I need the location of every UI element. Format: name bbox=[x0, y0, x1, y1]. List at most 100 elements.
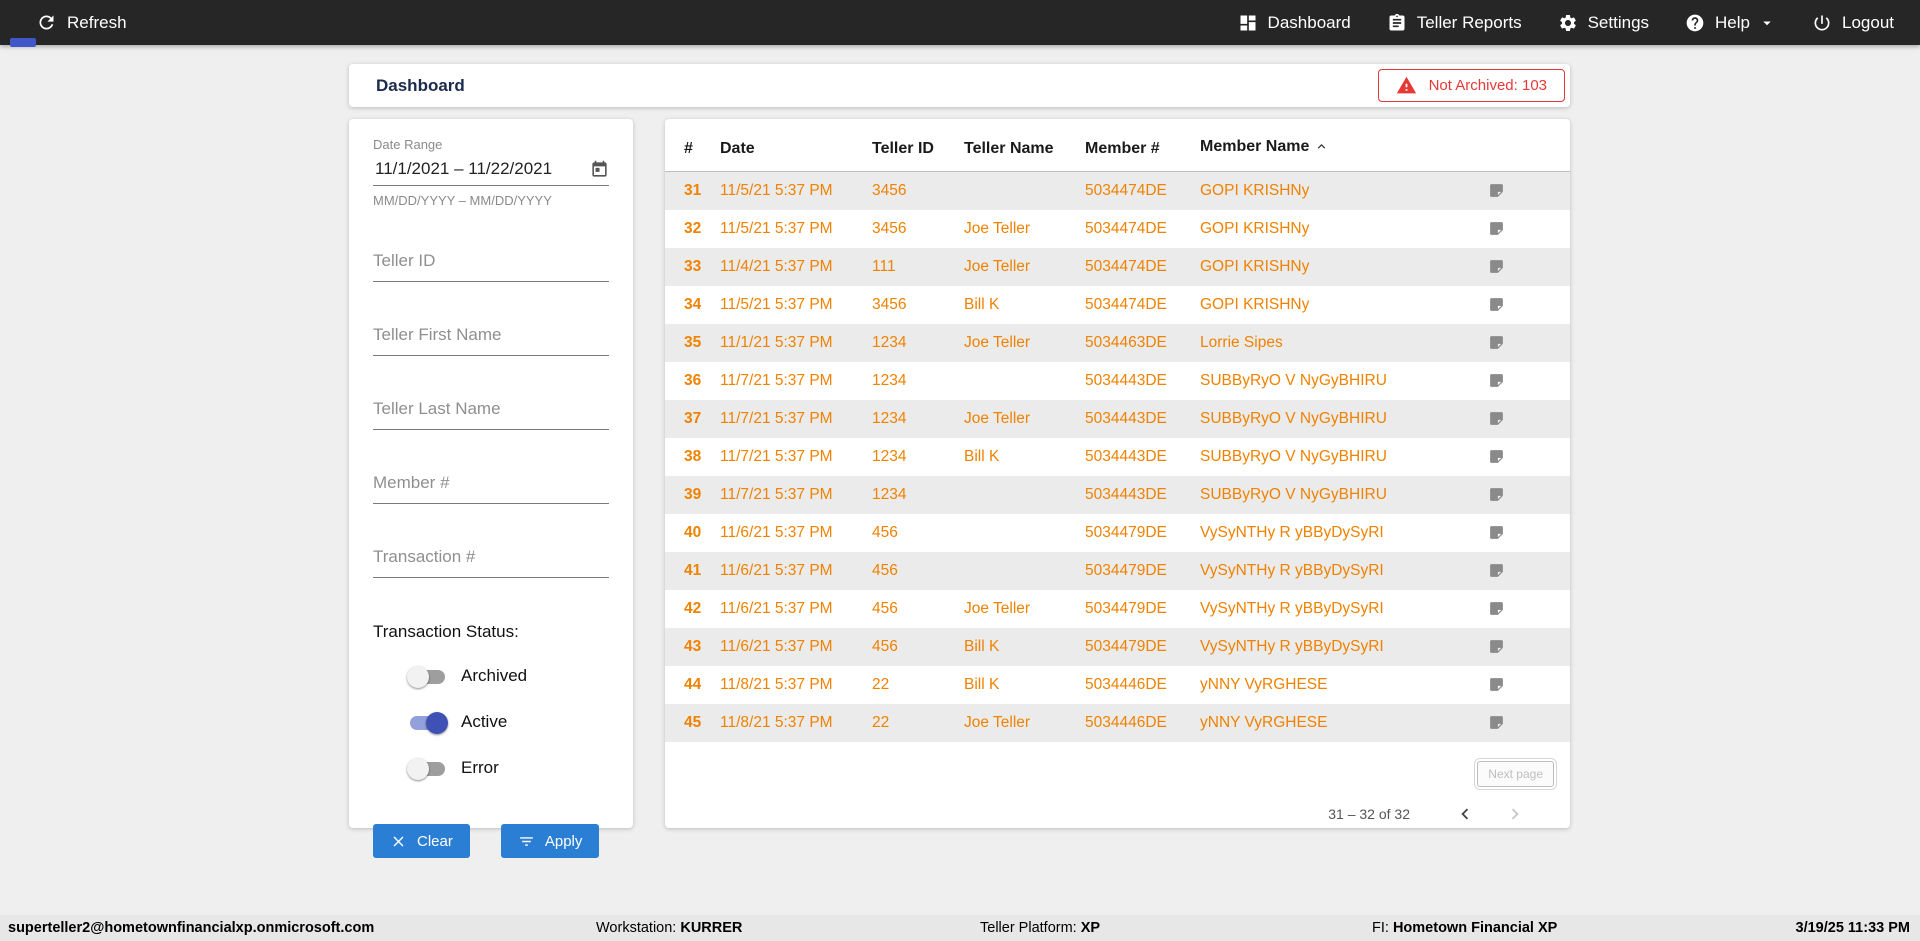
member-number-cell: 5034479DE bbox=[1085, 599, 1167, 617]
teller-name-cell: Joe Teller bbox=[964, 713, 1031, 731]
transactions-table: # Date Teller ID Teller Name Member # Me… bbox=[665, 126, 1570, 742]
date-cell: 11/1/21 5:37 PM bbox=[720, 333, 833, 351]
refresh-label: Refresh bbox=[67, 12, 127, 32]
note-icon[interactable] bbox=[1469, 590, 1570, 628]
teller-last-name-input[interactable] bbox=[373, 394, 609, 430]
not-archived-badge[interactable]: Not Archived: 103 bbox=[1377, 69, 1565, 102]
table-row[interactable]: 45 11/8/21 5:37 PM 22 Joe Teller 5034446DE yN… bbox=[665, 703, 1570, 742]
member-name-cell: GOPI KRISHNy bbox=[1200, 257, 1310, 275]
note-icon[interactable] bbox=[1469, 286, 1570, 324]
calendar-icon[interactable] bbox=[590, 160, 609, 179]
refresh-button[interactable]: Refresh bbox=[36, 12, 127, 33]
row-number-cell: 41 bbox=[684, 561, 701, 579]
apply-button[interactable]: Apply bbox=[500, 824, 600, 858]
table-row[interactable]: 43 11/6/21 5:37 PM 456 Bill K 5034479DE VySyN… bbox=[665, 627, 1570, 666]
column-header-member-number[interactable]: Member # bbox=[1066, 126, 1181, 172]
date-range-input[interactable] bbox=[373, 158, 590, 180]
note-icon[interactable] bbox=[1469, 514, 1570, 552]
row-number-cell: 40 bbox=[684, 523, 701, 541]
table-row[interactable]: 36 11/7/21 5:37 PM 1234 5034443DE SUBByRyO V… bbox=[665, 362, 1570, 400]
table-row[interactable]: 39 11/7/21 5:37 PM 1234 5034443DE SUBByRyO V… bbox=[665, 475, 1570, 514]
teller-id-input[interactable] bbox=[373, 246, 609, 282]
member-name-cell: SUBByRyO V NyGyBHIRU bbox=[1200, 485, 1387, 503]
table-row[interactable]: 35 11/1/21 5:37 PM 1234 Joe Teller 5034463DE… bbox=[665, 323, 1570, 362]
note-icon[interactable] bbox=[1469, 628, 1570, 666]
teller-id-cell: 456 bbox=[872, 637, 898, 655]
column-header-member-name[interactable]: Member Name bbox=[1181, 126, 1469, 172]
note-icon[interactable] bbox=[1469, 438, 1570, 476]
date-cell: 11/5/21 5:37 PM bbox=[720, 219, 833, 237]
teller-id-cell: 3456 bbox=[872, 219, 907, 237]
member-name-cell: VySyNTHy R yBByDySyRI bbox=[1200, 637, 1384, 655]
workstation-info: Workstation: KURRER bbox=[596, 920, 743, 936]
nav-teller-reports[interactable]: Teller Reports bbox=[1387, 13, 1522, 33]
note-icon[interactable] bbox=[1469, 248, 1570, 286]
table-row[interactable]: 38 11/7/21 5:37 PM 1234 Bill K 5034443DE SUBB… bbox=[665, 438, 1570, 476]
member-name-cell: GOPI KRISHNy bbox=[1200, 181, 1310, 199]
active-toggle[interactable] bbox=[407, 711, 448, 734]
next-page-icon[interactable] bbox=[1504, 803, 1526, 825]
status-timestamp: 3/19/25 11:33 PM bbox=[1795, 920, 1910, 936]
teller-first-name-input[interactable] bbox=[373, 320, 609, 356]
nav-help[interactable]: Help bbox=[1685, 13, 1776, 33]
note-icon[interactable] bbox=[1469, 362, 1570, 400]
table-row[interactable]: 31 11/5/21 5:37 PM 3456 5034474DE GOPI KRISH… bbox=[665, 171, 1570, 210]
row-number-cell: 32 bbox=[684, 219, 701, 237]
row-number-cell: 43 bbox=[684, 637, 701, 655]
not-archived-label: Not Archived: 103 bbox=[1428, 77, 1547, 94]
filter-icon bbox=[518, 833, 535, 850]
row-number-cell: 35 bbox=[684, 333, 701, 351]
date-cell: 11/7/21 5:37 PM bbox=[720, 371, 833, 389]
teller-id-cell: 3456 bbox=[872, 181, 907, 199]
teller-reports-icon bbox=[1387, 13, 1407, 33]
nav-logout[interactable]: Logout bbox=[1812, 13, 1894, 33]
table-row[interactable]: 44 11/8/21 5:37 PM 22 Bill K 5034446DE yNNY V… bbox=[665, 666, 1570, 704]
archived-toggle-row: Archived bbox=[407, 664, 609, 688]
teller-name-cell: Bill K bbox=[964, 295, 1000, 313]
note-icon[interactable] bbox=[1469, 172, 1570, 210]
table-body: 31 11/5/21 5:37 PM 3456 5034474DE GOPI KRISH… bbox=[665, 171, 1570, 742]
error-toggle[interactable] bbox=[407, 757, 448, 780]
column-header-teller-name[interactable]: Teller Name bbox=[945, 126, 1066, 172]
note-icon[interactable] bbox=[1469, 552, 1570, 590]
column-header-actions bbox=[1469, 126, 1570, 172]
note-icon[interactable] bbox=[1469, 704, 1570, 742]
table-row[interactable]: 41 11/6/21 5:37 PM 456 5034479DE VySyNTHy R … bbox=[665, 551, 1570, 590]
table-row[interactable]: 37 11/7/21 5:37 PM 1234 Joe Teller 5034443DE… bbox=[665, 399, 1570, 438]
error-toggle-row: Error bbox=[407, 756, 609, 780]
sort-ascending-icon bbox=[1314, 139, 1329, 159]
note-icon[interactable] bbox=[1469, 324, 1570, 362]
member-number-cell: 5034443DE bbox=[1085, 485, 1167, 503]
note-icon[interactable] bbox=[1469, 476, 1570, 514]
row-number-cell: 31 bbox=[684, 181, 701, 199]
column-header-date[interactable]: Date bbox=[701, 126, 853, 172]
note-icon[interactable] bbox=[1469, 666, 1570, 704]
nav-settings[interactable]: Settings bbox=[1558, 13, 1649, 33]
date-cell: 11/8/21 5:37 PM bbox=[720, 713, 833, 731]
table-row[interactable]: 33 11/4/21 5:37 PM 111 Joe Teller 5034474DE G… bbox=[665, 247, 1570, 286]
archived-toggle[interactable] bbox=[407, 665, 448, 688]
nav-dashboard[interactable]: Dashboard bbox=[1238, 13, 1351, 33]
table-row[interactable]: 42 11/6/21 5:37 PM 456 Joe Teller 5034479DE V… bbox=[665, 590, 1570, 628]
date-cell: 11/6/21 5:37 PM bbox=[720, 637, 833, 655]
column-header-number[interactable]: # bbox=[665, 126, 701, 172]
table-row[interactable]: 40 11/6/21 5:37 PM 456 5034479DE VySyNTHy R … bbox=[665, 514, 1570, 552]
active-page-indicator bbox=[10, 38, 36, 47]
member-number-cell: 5034479DE bbox=[1085, 523, 1167, 541]
member-name-cell: yNNY VyRGHESE bbox=[1200, 713, 1328, 731]
transaction-number-input[interactable] bbox=[373, 542, 609, 578]
table-row[interactable]: 32 11/5/21 5:37 PM 3456 Joe Teller 5034474DE… bbox=[665, 210, 1570, 248]
row-number-cell: 33 bbox=[684, 257, 701, 275]
member-name-cell: Lorrie Sipes bbox=[1200, 333, 1283, 351]
clear-button[interactable]: Clear bbox=[373, 824, 470, 858]
previous-page-icon[interactable] bbox=[1454, 803, 1476, 825]
member-number-input[interactable] bbox=[373, 468, 609, 504]
settings-icon bbox=[1558, 13, 1578, 33]
date-cell: 11/6/21 5:37 PM bbox=[720, 561, 833, 579]
note-icon[interactable] bbox=[1469, 210, 1570, 248]
filter-panel: Date Range MM/DD/YYYY – MM/DD/YYYY Trans… bbox=[349, 119, 633, 858]
table-row[interactable]: 34 11/5/21 5:37 PM 3456 Bill K 5034474DE GOPI… bbox=[665, 286, 1570, 324]
note-icon[interactable] bbox=[1469, 400, 1570, 438]
next-page-button[interactable]: Next page bbox=[1474, 757, 1557, 790]
column-header-teller-id[interactable]: Teller ID bbox=[853, 126, 945, 172]
